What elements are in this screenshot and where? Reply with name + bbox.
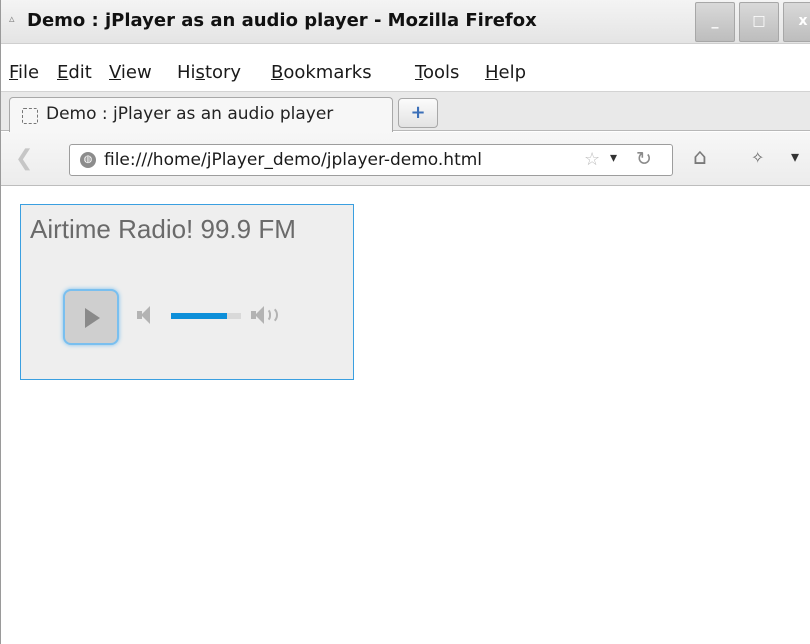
tab-active[interactable]: Demo : jPlayer as an audio player: [9, 97, 393, 133]
url-text: file:///home/jPlayer_demo/jplayer-demo.h…: [104, 150, 483, 170]
menu-edit[interactable]: Edit: [57, 62, 92, 83]
page-content: Airtime Radio! 99.9 FM: [2, 187, 810, 644]
menu-tools[interactable]: Tools: [415, 62, 459, 83]
play-icon: [85, 308, 100, 328]
browser-window: ▵ Demo : jPlayer as an audio player - Mo…: [0, 0, 810, 644]
menu-history[interactable]: History: [177, 62, 241, 83]
mute-icon[interactable]: [137, 305, 153, 325]
app-icon: ▵: [9, 12, 15, 25]
navigation-toolbar: ❮ ◍ file:///home/jPlayer_demo/jplayer-de…: [1, 132, 810, 186]
menu-bookmarks[interactable]: Bookmarks: [271, 62, 372, 83]
blank-page-icon: [22, 108, 38, 124]
home-icon[interactable]: ⌂: [693, 145, 707, 170]
back-icon[interactable]: ❮: [15, 146, 45, 174]
window-title: Demo : jPlayer as an audio player - Mozi…: [27, 10, 537, 31]
minimize-button[interactable]: _: [695, 2, 735, 42]
maximize-button[interactable]: □: [739, 2, 779, 42]
volume-level: [171, 313, 227, 319]
menu-help[interactable]: Help: [485, 62, 526, 83]
star-icon[interactable]: ☆: [584, 149, 600, 170]
volume-bar[interactable]: [171, 313, 241, 319]
play-button[interactable]: [63, 289, 119, 345]
menu-chevron-icon[interactable]: ▾: [791, 147, 799, 166]
globe-icon: ◍: [80, 152, 96, 168]
title-bar[interactable]: ▵ Demo : jPlayer as an audio player - Mo…: [1, 0, 810, 44]
new-tab-button[interactable]: +: [398, 98, 438, 128]
tab-title: Demo : jPlayer as an audio player: [46, 104, 334, 124]
menu-bar: File Edit View History Bookmarks Tools H…: [1, 58, 810, 88]
volume-max-icon[interactable]: [251, 305, 281, 325]
audio-player: Airtime Radio! 99.9 FM: [20, 204, 354, 380]
station-title: Airtime Radio! 99.9 FM: [30, 214, 296, 244]
dropdown-icon[interactable]: ▾: [610, 150, 617, 166]
close-button[interactable]: x: [783, 2, 810, 42]
reload-icon[interactable]: ↻: [636, 148, 652, 170]
addon-icon[interactable]: ✧: [751, 148, 764, 167]
menu-view[interactable]: View: [109, 62, 152, 83]
url-bar[interactable]: ◍ file:///home/jPlayer_demo/jplayer-demo…: [69, 144, 673, 176]
tab-strip: Demo : jPlayer as an audio player +: [1, 91, 810, 133]
menu-file[interactable]: File: [9, 62, 39, 83]
